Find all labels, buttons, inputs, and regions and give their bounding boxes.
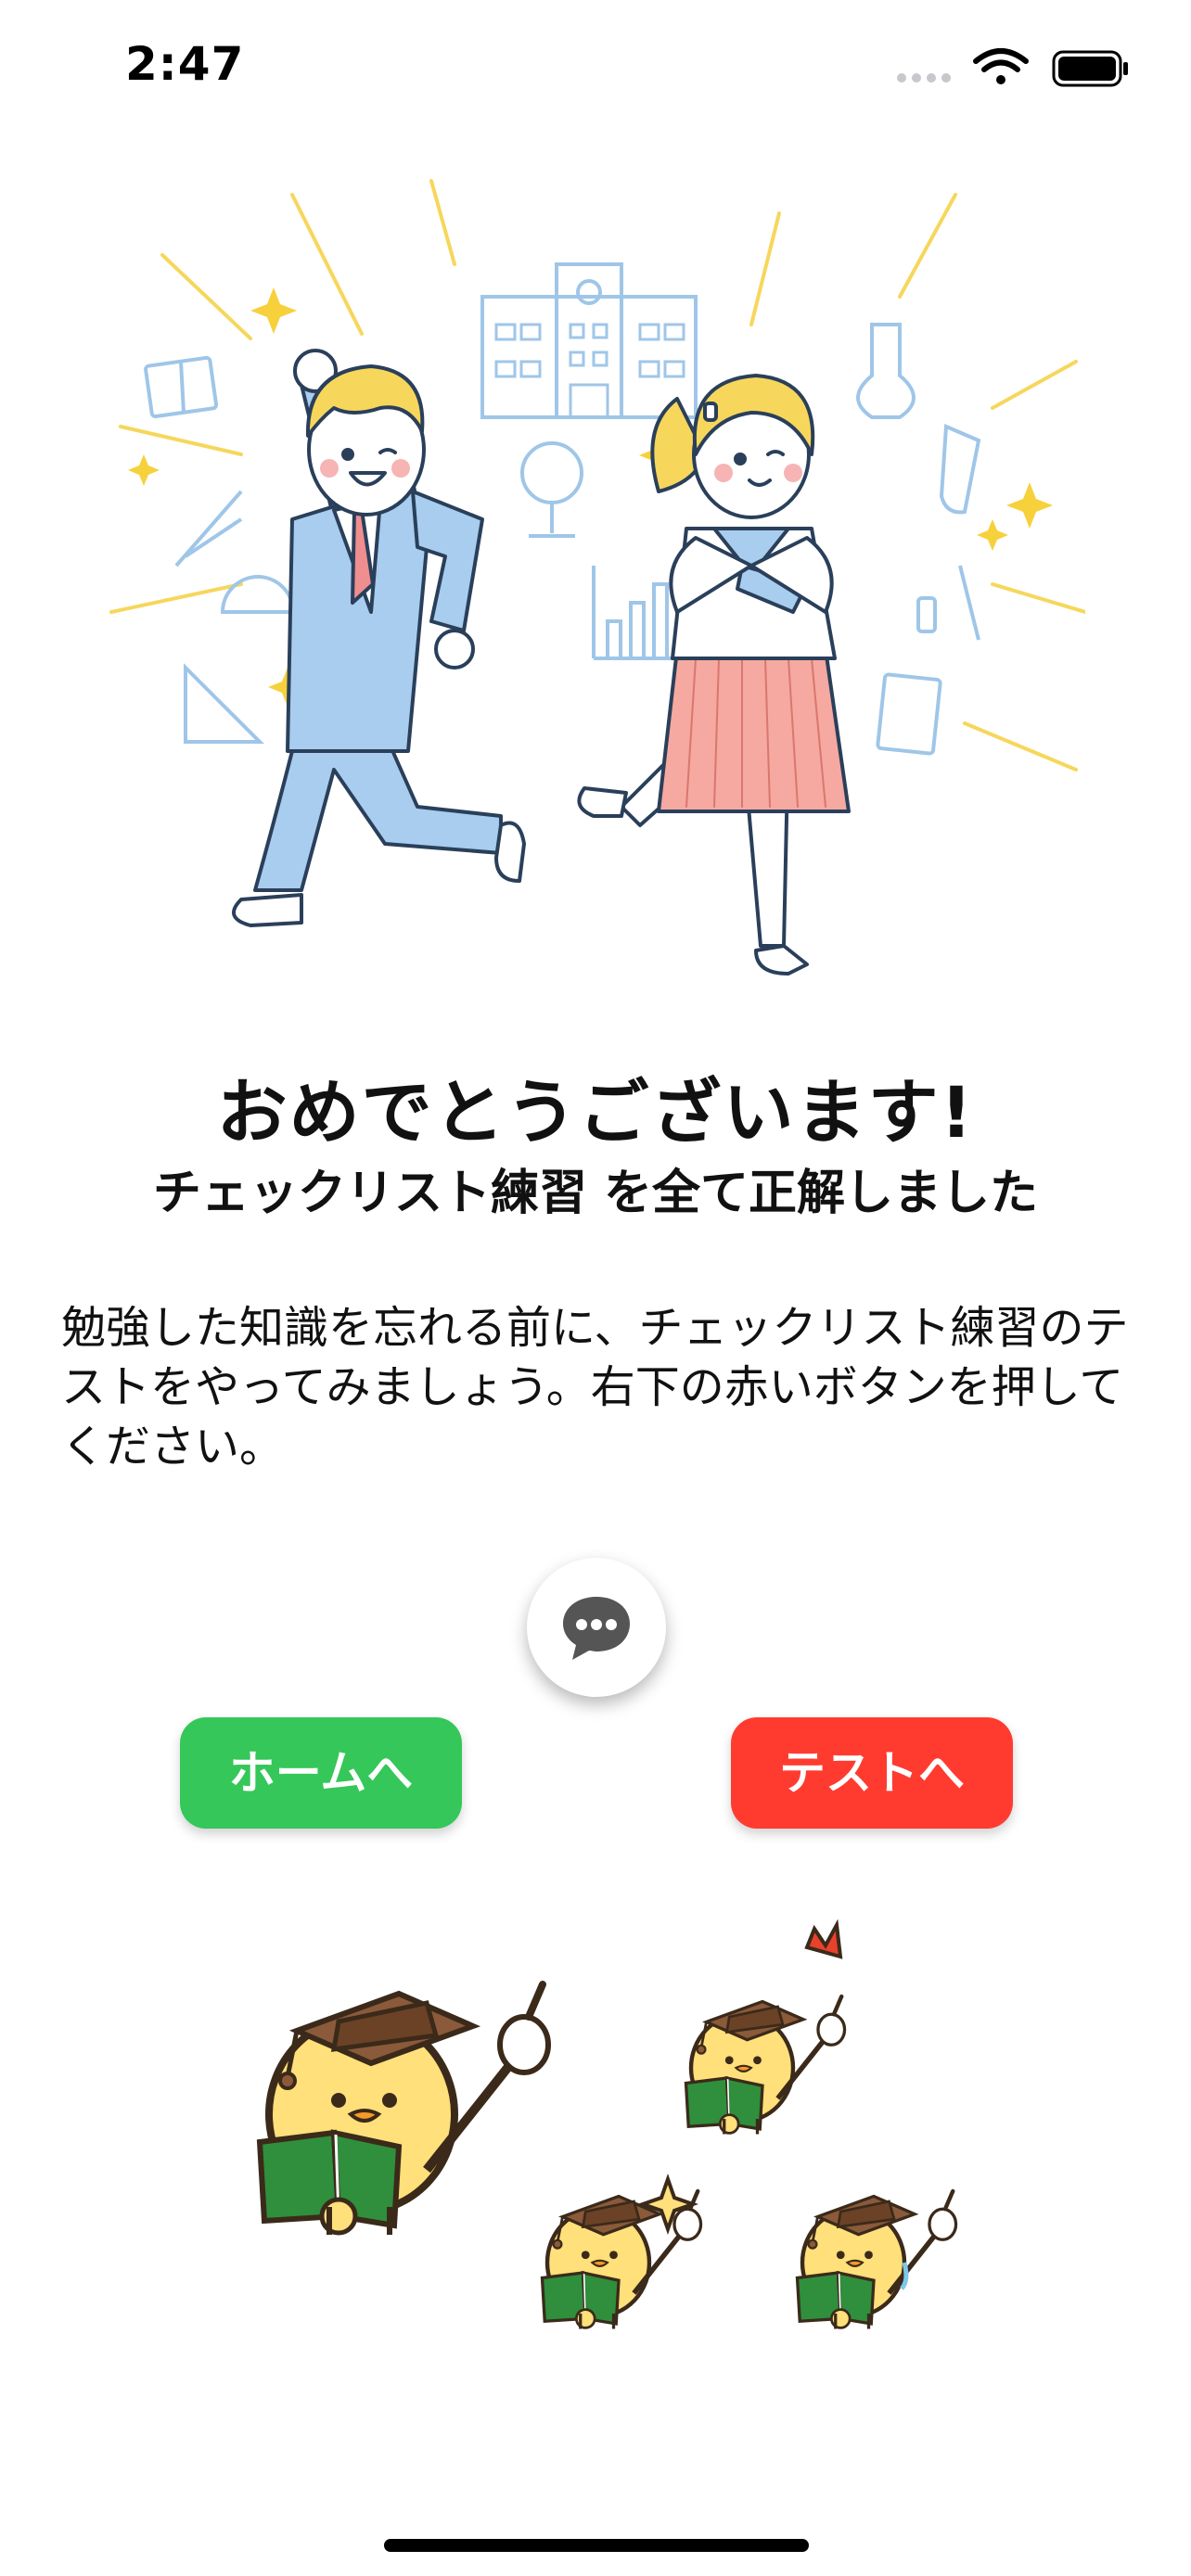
congratulations-title: おめでとうございます!: [216, 1071, 975, 1154]
battery-icon: [1052, 50, 1128, 87]
students-celebrating-illustration: [102, 176, 1087, 992]
status-bar: 2:47: [0, 0, 1191, 130]
status-icons: [894, 45, 1135, 91]
status-time: 2:47: [125, 37, 245, 91]
signal-dots-icon: [897, 73, 951, 83]
result-message: 勉強した知識を忘れる前に、チェックリスト練習のテストをやってみましょう。右下の赤…: [61, 1302, 1129, 1473]
chat-button[interactable]: [527, 1558, 666, 1697]
home-button[interactable]: ホームへ: [180, 1717, 462, 1829]
chat-bubble-icon: [563, 1597, 630, 1660]
home-indicator: [384, 2539, 809, 2552]
result-subtitle: チェックリスト練習 を全て正解しました: [152, 1166, 1039, 1221]
wifi-icon: [973, 48, 1029, 84]
test-button[interactable]: テストへ: [731, 1717, 1013, 1829]
graduate-chicks-illustration: [213, 1873, 1011, 2411]
